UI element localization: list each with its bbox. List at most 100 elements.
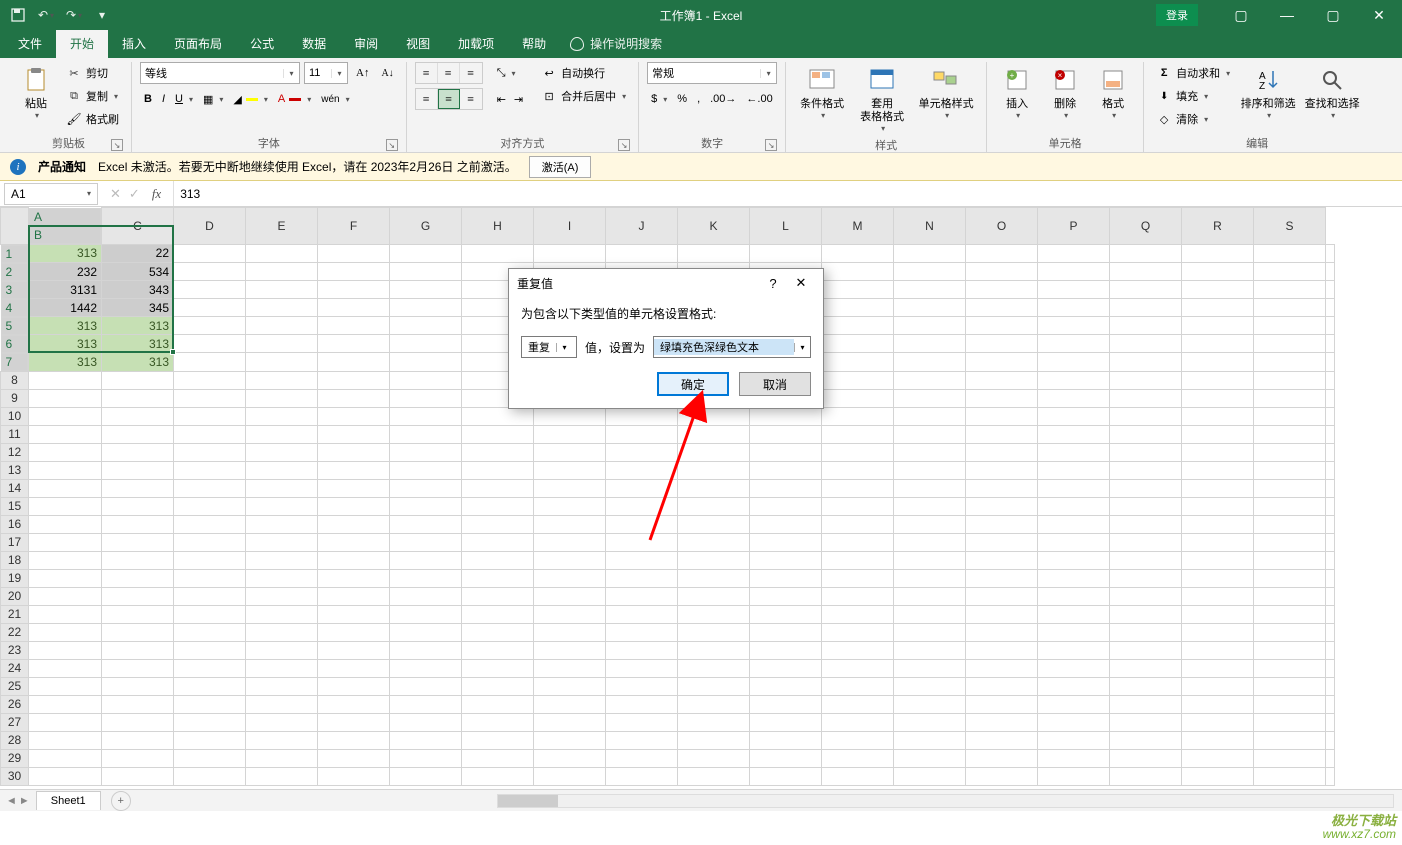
cell[interactable]	[1254, 749, 1326, 767]
cell[interactable]	[750, 677, 822, 695]
cell[interactable]	[1254, 317, 1326, 335]
cell[interactable]	[318, 263, 390, 281]
cell[interactable]	[1254, 497, 1326, 515]
cell[interactable]	[534, 623, 606, 641]
cell[interactable]	[390, 641, 462, 659]
cell[interactable]	[894, 587, 966, 605]
cell[interactable]	[1038, 371, 1110, 389]
cell[interactable]	[1254, 659, 1326, 677]
cell[interactable]	[894, 677, 966, 695]
row-header[interactable]: 17	[1, 533, 29, 551]
cell[interactable]	[894, 317, 966, 335]
row-header[interactable]: 7	[1, 353, 29, 371]
cell[interactable]	[29, 767, 102, 785]
cell[interactable]	[318, 767, 390, 785]
cell[interactable]	[678, 677, 750, 695]
cell[interactable]	[29, 407, 102, 425]
cell[interactable]	[174, 713, 246, 731]
cell[interactable]	[462, 713, 534, 731]
row-header[interactable]: 3	[1, 281, 29, 299]
cell[interactable]	[1110, 659, 1182, 677]
cell[interactable]	[1182, 551, 1254, 569]
cell[interactable]	[318, 515, 390, 533]
cell[interactable]	[1326, 623, 1335, 641]
cell[interactable]	[390, 244, 462, 263]
cell[interactable]	[318, 244, 390, 263]
cell[interactable]	[246, 605, 318, 623]
cell[interactable]	[246, 371, 318, 389]
cell[interactable]	[1254, 767, 1326, 785]
cell[interactable]	[534, 569, 606, 587]
conditional-formatting-button[interactable]: 条件格式▾	[794, 62, 850, 122]
cell[interactable]	[822, 515, 894, 533]
cell[interactable]	[750, 551, 822, 569]
cell[interactable]	[102, 641, 174, 659]
cell[interactable]	[966, 533, 1038, 551]
row-header[interactable]: 23	[1, 641, 29, 659]
cell[interactable]	[174, 317, 246, 335]
cell[interactable]	[678, 749, 750, 767]
cell[interactable]: 343	[102, 281, 174, 299]
cell[interactable]	[966, 569, 1038, 587]
cell[interactable]	[1038, 353, 1110, 372]
cell[interactable]	[822, 497, 894, 515]
cell[interactable]	[1182, 587, 1254, 605]
cell[interactable]: 1442	[29, 299, 102, 317]
cell[interactable]	[822, 713, 894, 731]
cell[interactable]	[678, 713, 750, 731]
maximize-button[interactable]: ▢	[1310, 0, 1356, 30]
cell[interactable]	[1254, 695, 1326, 713]
cell[interactable]	[678, 407, 750, 425]
cell[interactable]	[894, 533, 966, 551]
cell[interactable]	[318, 677, 390, 695]
cell[interactable]	[1182, 713, 1254, 731]
cell[interactable]	[966, 281, 1038, 299]
cell[interactable]	[390, 623, 462, 641]
cell[interactable]	[966, 515, 1038, 533]
cell[interactable]	[534, 479, 606, 497]
cell[interactable]	[606, 533, 678, 551]
cell[interactable]	[246, 461, 318, 479]
cell[interactable]	[318, 299, 390, 317]
cell[interactable]	[822, 263, 894, 281]
cell[interactable]	[174, 263, 246, 281]
cell[interactable]	[966, 263, 1038, 281]
row-header[interactable]: 18	[1, 551, 29, 569]
cell[interactable]	[678, 443, 750, 461]
cell[interactable]	[966, 425, 1038, 443]
column-header[interactable]: K	[678, 208, 750, 245]
cell[interactable]	[822, 587, 894, 605]
cell[interactable]	[29, 623, 102, 641]
cell[interactable]	[1254, 677, 1326, 695]
cell[interactable]	[966, 749, 1038, 767]
clipboard-launcher[interactable]: ↘	[111, 139, 123, 151]
cell[interactable]	[102, 533, 174, 551]
cell[interactable]	[822, 569, 894, 587]
cell[interactable]	[534, 551, 606, 569]
dialog-help-button[interactable]: ?	[759, 276, 787, 291]
comma-format[interactable]: ,	[693, 88, 704, 110]
cell[interactable]	[822, 299, 894, 317]
select-all-corner[interactable]	[1, 208, 29, 245]
cell[interactable]	[750, 713, 822, 731]
cell[interactable]	[29, 713, 102, 731]
cell[interactable]	[1326, 425, 1335, 443]
column-header[interactable]: B	[29, 226, 101, 244]
cell[interactable]	[534, 515, 606, 533]
cell[interactable]	[246, 695, 318, 713]
cell[interactable]	[1326, 497, 1335, 515]
cell[interactable]	[1326, 461, 1335, 479]
cell[interactable]	[1110, 443, 1182, 461]
cell[interactable]	[174, 749, 246, 767]
cell[interactable]	[390, 335, 462, 353]
cell[interactable]	[1254, 281, 1326, 299]
cell[interactable]	[102, 407, 174, 425]
cell[interactable]	[174, 605, 246, 623]
tell-me-search[interactable]: 操作说明搜索	[560, 29, 672, 58]
cell[interactable]	[390, 407, 462, 425]
cell[interactable]	[894, 749, 966, 767]
cell[interactable]	[894, 407, 966, 425]
row-header[interactable]: 28	[1, 731, 29, 749]
cell[interactable]	[822, 767, 894, 785]
cell[interactable]	[246, 299, 318, 317]
